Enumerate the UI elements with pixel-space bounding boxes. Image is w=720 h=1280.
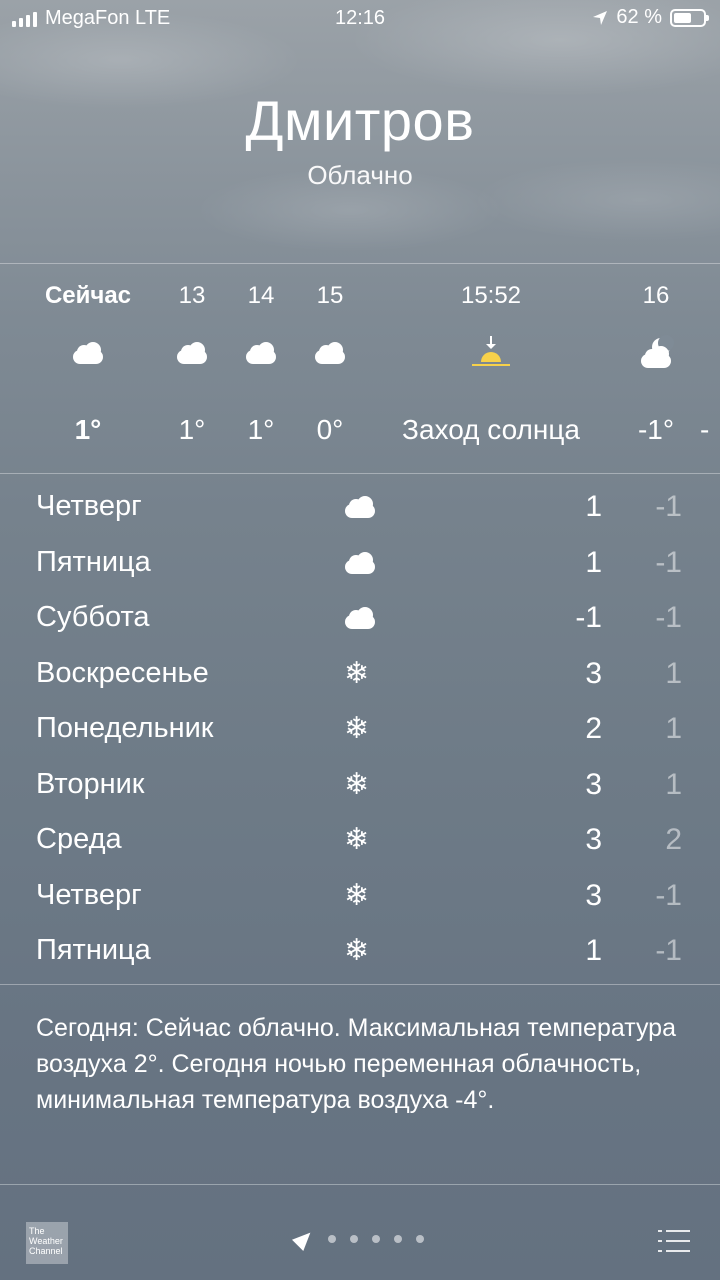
cloud-icon	[70, 342, 106, 364]
day-min-temp: -1	[655, 601, 682, 634]
day-max-temp: 3	[585, 823, 602, 856]
page-dot	[350, 1235, 358, 1243]
battery-icon	[670, 8, 709, 27]
day-max-temp: 1	[585, 490, 602, 523]
day-name: Пятница	[36, 545, 151, 578]
day-max-temp: -1	[575, 601, 602, 634]
day-max-temp: 3	[585, 878, 602, 912]
cloud-icon	[342, 551, 378, 574]
weather-channel-logo[interactable]: The Weather Channel	[26, 1222, 68, 1264]
city-list-icon[interactable]	[658, 1230, 690, 1254]
day-row: Четверг 1 -1	[0, 482, 720, 538]
day-name: Воскресенье	[36, 656, 209, 689]
day-row: Четверг ❄ 3 -1	[0, 871, 720, 927]
sunset-icon	[471, 336, 511, 368]
day-name: Вторник	[36, 767, 145, 800]
day-name: Пятница	[36, 934, 151, 966]
city-name: Дмитров	[245, 89, 475, 152]
divider-hourly	[0, 473, 720, 474]
hour-label: 16	[642, 282, 670, 309]
day-min-temp: -1	[655, 878, 682, 912]
hour-item-partial: -	[700, 264, 720, 474]
sunset-time: 15:52	[460, 282, 522, 309]
day-min-temp: -1	[655, 545, 682, 579]
day-row: Суббота -1 -1	[0, 593, 720, 649]
moon-cloud-icon	[638, 335, 674, 368]
battery-fill	[674, 12, 692, 23]
hourly-forecast[interactable]: Сейчас 1° 13 1° 14 1° 15 0° 15:52 Заход …	[0, 264, 720, 474]
day-max-temp: 2	[585, 712, 602, 745]
hour-label: Сейчас	[44, 282, 132, 309]
day-name: Среда	[36, 823, 122, 855]
cloud-icon	[342, 496, 378, 518]
status-bar: MegaFon LTE 12:16 62 %	[0, 0, 720, 36]
day-name: Понедельник	[36, 712, 214, 744]
day-name: Четверг	[36, 490, 142, 522]
day-row: Вторник ❄ 3 1	[0, 760, 720, 816]
snowflake-icon: ❄	[344, 877, 370, 913]
divider-summary	[0, 1184, 720, 1185]
hour-label: 15	[316, 282, 344, 309]
current-location-icon	[291, 1226, 317, 1252]
hour-temp: 0°	[316, 414, 344, 445]
day-row: Понедельник ❄ 2 1	[0, 704, 720, 760]
day-max-temp: 1	[585, 545, 602, 579]
day-min-temp: 2	[665, 823, 682, 856]
location-services-icon	[593, 10, 608, 25]
day-min-temp: -1	[655, 934, 682, 967]
battery-percent: 62 %	[616, 6, 662, 28]
day-min-temp: -1	[655, 490, 682, 523]
snowflake-icon: ❄	[344, 822, 370, 857]
hour-item: Сейчас 1°	[28, 264, 148, 474]
today-summary: Сегодня: Сейчас облачно. Максимальная те…	[36, 1014, 676, 1114]
day-max-temp: 1	[585, 934, 602, 967]
hour-temp: -1°	[637, 414, 675, 445]
hour-item: 15 0°	[270, 264, 390, 474]
day-min-temp: 1	[665, 767, 682, 801]
cloud-icon	[342, 607, 378, 629]
hour-temp: 1°	[74, 414, 102, 445]
snowflake-icon: ❄	[344, 711, 370, 746]
day-min-temp: 1	[665, 656, 682, 690]
status-right: 62 %	[592, 6, 709, 29]
day-row: Пятница ❄ 1 -1	[0, 926, 720, 982]
day-name: Суббота	[36, 601, 150, 633]
sunset-item: 15:52 Заход солнца	[376, 264, 606, 474]
day-row: Пятница 1 -1	[0, 538, 720, 594]
page-dot	[416, 1235, 424, 1243]
page-dot	[394, 1235, 402, 1243]
page-dot	[372, 1235, 380, 1243]
hour-temp-partial: -	[700, 414, 710, 445]
page-indicator[interactable]	[291, 1226, 424, 1252]
current-condition: Облачно	[307, 160, 413, 190]
page-dot	[328, 1235, 336, 1243]
bottom-toolbar: The Weather Channel	[0, 1200, 720, 1280]
snowflake-icon: ❄	[344, 933, 370, 968]
divider-daily	[0, 984, 720, 985]
logo-text: The Weather Channel	[29, 1226, 63, 1256]
sunset-label: Заход солнца	[402, 414, 580, 445]
snowflake-icon: ❄	[344, 766, 370, 802]
day-max-temp: 3	[585, 767, 602, 801]
day-row: Среда ❄ 3 2	[0, 815, 720, 871]
day-row: Воскресенье ❄ 3 1	[0, 649, 720, 705]
daily-forecast[interactable]: Четверг 1 -1 Пятница 1 -1 Суббота -1 -1 …	[0, 482, 720, 982]
cloud-icon	[312, 342, 348, 364]
day-max-temp: 3	[585, 656, 602, 690]
hour-item: 16 -1°	[596, 264, 716, 474]
day-name: Четверг	[36, 878, 142, 911]
day-min-temp: 1	[665, 712, 682, 745]
snowflake-icon: ❄	[344, 655, 370, 691]
